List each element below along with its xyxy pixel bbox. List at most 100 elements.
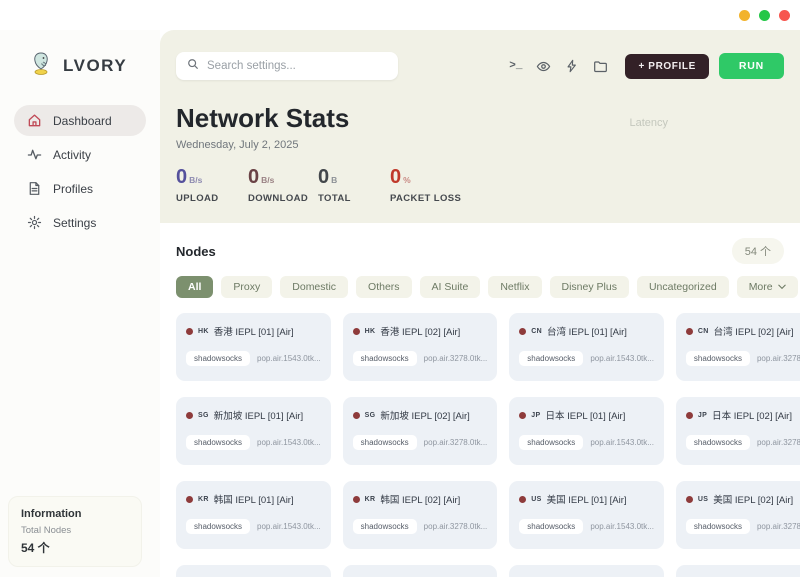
- node-status-dot: [519, 412, 526, 419]
- filter-label: Disney Plus: [562, 281, 617, 293]
- node-card[interactable]: SG 新加坡 IEPL [01] [Air] shadowsocks pop.a…: [176, 397, 331, 465]
- sidebar-item-settings[interactable]: Settings: [14, 207, 146, 238]
- node-name: 新加坡 IEPL [02] [Air]: [380, 408, 469, 422]
- sidebar-item-dashboard[interactable]: Dashboard: [14, 105, 146, 136]
- node-group: pop.air.1543.0tk...: [257, 438, 321, 447]
- stat-total: 0B TOTAL: [318, 167, 390, 204]
- node-group: pop.air.3278.0tk...: [757, 354, 800, 363]
- network-stats: 0B/s UPLOAD 0B/s DOWNLOAD 0B TOTAL 0% PA…: [176, 167, 784, 204]
- sidebar-item-activity[interactable]: Activity: [14, 139, 146, 170]
- node-card-partial[interactable]: [676, 565, 800, 577]
- node-group: pop.air.1543.0tk...: [590, 438, 654, 447]
- filter-label: Uncategorized: [649, 281, 717, 293]
- node-protocol-tag: shadowsocks: [186, 351, 250, 366]
- node-status-dot: [186, 328, 193, 335]
- node-card[interactable]: SG 新加坡 IEPL [02] [Air] shadowsocks pop.a…: [343, 397, 498, 465]
- node-country-code: JP: [698, 412, 707, 419]
- node-name: 台湾 IEPL [01] [Air]: [547, 324, 627, 338]
- node-protocol-tag: shadowsocks: [186, 435, 250, 450]
- close-button[interactable]: [779, 10, 790, 21]
- node-card-partial[interactable]: [176, 565, 331, 577]
- maximize-button[interactable]: [759, 10, 770, 21]
- node-name: 美国 IEPL [02] [Air]: [713, 492, 793, 506]
- node-card[interactable]: CN 台湾 IEPL [01] [Air] shadowsocks pop.ai…: [509, 313, 664, 381]
- node-protocol-tag: shadowsocks: [186, 519, 250, 534]
- node-card[interactable]: JP 日本 IEPL [02] [Air] shadowsocks pop.ai…: [676, 397, 800, 465]
- node-group: pop.air.3278.0tk...: [424, 522, 488, 531]
- node-protocol-tag: shadowsocks: [686, 435, 750, 450]
- filter-label: All: [188, 281, 201, 293]
- node-count-badge: 54 个: [732, 238, 784, 264]
- filter-proxy[interactable]: Proxy: [221, 276, 272, 298]
- file-icon: [27, 181, 42, 196]
- run-button[interactable]: RUN: [719, 53, 784, 79]
- node-status-dot: [186, 412, 193, 419]
- app-title: LVORY: [63, 56, 127, 76]
- folder-icon[interactable]: [593, 59, 608, 74]
- logo: LVORY: [0, 30, 160, 81]
- node-card[interactable]: KR 韩国 IEPL [02] [Air] shadowsocks pop.ai…: [343, 481, 498, 549]
- search-input[interactable]: [207, 60, 387, 72]
- quick-icons: >_: [509, 59, 608, 74]
- node-country-code: JP: [531, 412, 540, 419]
- filter-label: Proxy: [233, 281, 260, 293]
- filter-label: Netflix: [500, 281, 529, 293]
- sidebar-item-label: Profiles: [53, 182, 93, 196]
- node-card-partial[interactable]: [509, 565, 664, 577]
- app-window: LVORY Dashboard: [0, 0, 800, 577]
- sidebar-item-label: Settings: [53, 216, 96, 230]
- node-group: pop.air.3278.0tk...: [757, 438, 800, 447]
- filter-domestic[interactable]: Domestic: [280, 276, 348, 298]
- add-profile-button[interactable]: + PROFILE: [625, 54, 708, 79]
- node-card[interactable]: HK 香港 IEPL [02] [Air] shadowsocks pop.ai…: [343, 313, 498, 381]
- filter-uncategorized[interactable]: Uncategorized: [637, 276, 729, 298]
- node-card[interactable]: HK 香港 IEPL [01] [Air] shadowsocks pop.ai…: [176, 313, 331, 381]
- node-protocol-tag: shadowsocks: [353, 519, 417, 534]
- node-group: pop.air.3278.0tk...: [424, 438, 488, 447]
- filter-label: AI Suite: [432, 281, 469, 293]
- filter-all[interactable]: All: [176, 276, 213, 298]
- node-group: pop.air.3278.0tk...: [757, 522, 800, 531]
- node-protocol-tag: shadowsocks: [686, 519, 750, 534]
- page-title: Network Stats: [176, 103, 784, 134]
- filter-ai-suite[interactable]: AI Suite: [420, 276, 481, 298]
- minimize-button[interactable]: [739, 10, 750, 21]
- sidebar-item-label: Activity: [53, 148, 91, 162]
- node-group: pop.air.1543.0tk...: [590, 522, 654, 531]
- filter-netflix[interactable]: Netflix: [488, 276, 541, 298]
- node-protocol-tag: shadowsocks: [353, 351, 417, 366]
- lightning-icon[interactable]: [565, 59, 579, 73]
- eye-icon[interactable]: [536, 59, 551, 74]
- node-name: 香港 IEPL [01] [Air]: [214, 324, 294, 338]
- sidebar-item-profiles[interactable]: Profiles: [14, 173, 146, 204]
- node-country-code: SG: [365, 412, 376, 419]
- node-card[interactable]: US 美国 IEPL [01] [Air] shadowsocks pop.ai…: [509, 481, 664, 549]
- terminal-icon[interactable]: >_: [509, 60, 522, 72]
- stat-unit: B: [331, 175, 337, 185]
- node-country-code: US: [531, 496, 541, 503]
- sidebar: LVORY Dashboard: [0, 30, 160, 577]
- search-icon: [187, 57, 199, 75]
- node-status-dot: [686, 412, 693, 419]
- node-card[interactable]: CN 台湾 IEPL [02] [Air] shadowsocks pop.ai…: [676, 313, 800, 381]
- stat-upload: 0B/s UPLOAD: [176, 167, 248, 204]
- node-protocol-tag: shadowsocks: [519, 435, 583, 450]
- activity-icon: [27, 147, 42, 162]
- filter-disney-plus[interactable]: Disney Plus: [550, 276, 629, 298]
- node-card[interactable]: US 美国 IEPL [02] [Air] shadowsocks pop.ai…: [676, 481, 800, 549]
- node-country-code: KR: [198, 496, 209, 503]
- node-name: 台湾 IEPL [02] [Air]: [714, 324, 794, 338]
- node-card[interactable]: KR 韩国 IEPL [01] [Air] shadowsocks pop.ai…: [176, 481, 331, 549]
- filter-more[interactable]: More: [737, 276, 798, 298]
- sidebar-item-label: Dashboard: [53, 114, 112, 128]
- nodes-title: Nodes: [176, 244, 216, 259]
- duck-logo-icon: [28, 50, 54, 81]
- node-card[interactable]: JP 日本 IEPL [01] [Air] shadowsocks pop.ai…: [509, 397, 664, 465]
- node-card-partial[interactable]: [343, 565, 498, 577]
- chevron-down-icon: [778, 284, 786, 290]
- node-status-dot: [686, 496, 693, 503]
- node-protocol-tag: shadowsocks: [519, 519, 583, 534]
- stat-label: DOWNLOAD: [248, 193, 310, 204]
- node-status-dot: [686, 328, 693, 335]
- filter-others[interactable]: Others: [356, 276, 412, 298]
